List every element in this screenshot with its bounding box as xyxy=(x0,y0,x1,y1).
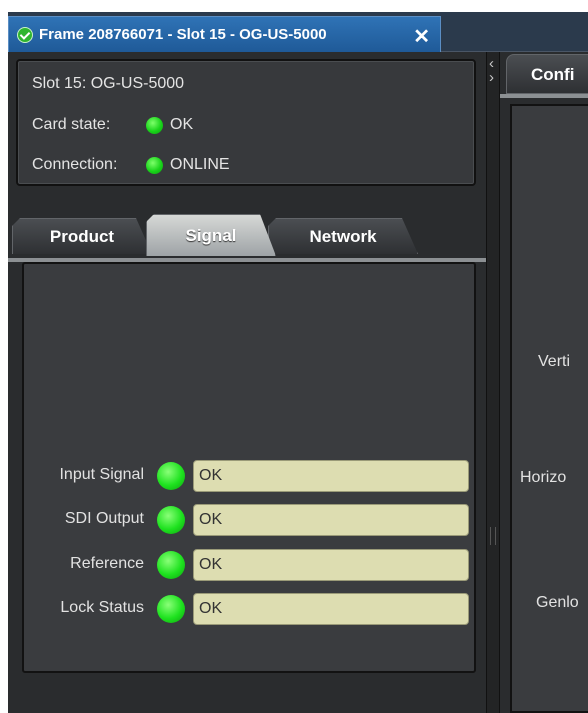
status-value-field: OK xyxy=(193,593,469,625)
config-label: Verti xyxy=(538,353,571,370)
app-window: Frame 208766071 - Slot 15 - OG-US-5000 ✕… xyxy=(8,12,588,713)
connection-row: Connection: ONLINE xyxy=(32,156,230,174)
card-state-label: Card state: xyxy=(32,116,111,133)
connection-value: ONLINE xyxy=(170,156,230,173)
status-led-icon xyxy=(157,506,185,534)
config-tab-underline xyxy=(500,94,588,98)
signal-status-panel: Input Signal OK SDI Output OK Reference … xyxy=(22,262,476,673)
status-label: Reference xyxy=(70,555,144,572)
panel-splitter[interactable]: ‹ › xyxy=(486,52,500,713)
frame-tab[interactable]: Frame 208766071 - Slot 15 - OG-US-5000 ✕ xyxy=(8,16,441,52)
status-row-sdi-output: SDI Output OK xyxy=(24,502,478,538)
status-label: Lock Status xyxy=(60,599,144,616)
status-label: Input Signal xyxy=(59,466,144,483)
config-label: Horizo xyxy=(520,469,567,486)
close-tab-icon[interactable]: ✕ xyxy=(413,24,430,49)
card-info-box: Slot 15: OG-US-5000 Card state: OK Conne… xyxy=(16,59,476,186)
status-value-field: OK xyxy=(193,549,469,581)
panel-tabs: Product Network Signal xyxy=(8,208,486,260)
config-label: Genlo xyxy=(536,594,579,611)
connection-label: Connection: xyxy=(32,156,118,173)
config-body: Verti Horizo Genlo xyxy=(510,104,588,713)
status-value-field: OK xyxy=(193,460,469,492)
chevron-right-icon[interactable]: › xyxy=(489,70,494,85)
status-row-lock-status: Lock Status OK xyxy=(24,591,478,627)
check-circle-icon xyxy=(17,27,33,43)
connection-led-icon xyxy=(146,157,163,174)
tab-config[interactable]: Confi xyxy=(506,54,588,94)
card-state-row: Card state: OK xyxy=(32,116,193,134)
window-tab-bar: Frame 208766071 - Slot 15 - OG-US-5000 ✕ xyxy=(8,12,588,52)
status-led-icon xyxy=(157,551,185,579)
status-row-reference: Reference OK xyxy=(24,547,478,583)
slot-label: Slot 15: OG-US-5000 xyxy=(32,75,185,92)
status-value-field: OK xyxy=(193,504,469,536)
frame-tab-title: Frame 208766071 - Slot 15 - OG-US-5000 xyxy=(39,26,327,43)
tab-signal[interactable]: Signal xyxy=(146,214,276,256)
card-state-led-icon xyxy=(146,117,163,134)
status-row-input-signal: Input Signal OK xyxy=(24,458,478,494)
tab-network[interactable]: Network xyxy=(268,218,418,254)
splitter-grip-icon[interactable] xyxy=(490,527,496,545)
status-led-icon xyxy=(157,462,185,490)
status-led-icon xyxy=(157,595,185,623)
card-state-value: OK xyxy=(170,116,194,133)
status-label: SDI Output xyxy=(64,510,144,527)
tab-product[interactable]: Product xyxy=(12,218,152,254)
config-panel: Confi Verti Horizo Genlo xyxy=(500,52,588,713)
